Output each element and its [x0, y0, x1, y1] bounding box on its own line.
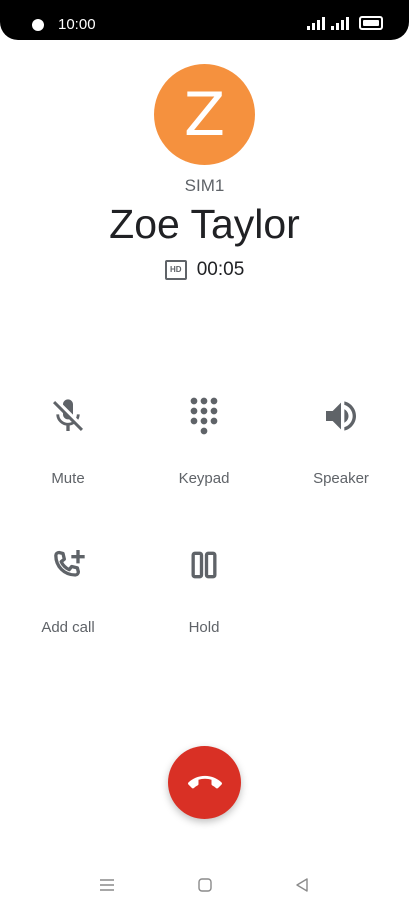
- add-call-icon: [3, 545, 133, 585]
- status-time: 10:00: [58, 16, 96, 33]
- status-bar: 10:00: [0, 0, 409, 40]
- call-info: HD 00:05: [0, 259, 409, 281]
- add-call-button[interactable]: Add call: [3, 545, 133, 636]
- status-icons: [307, 16, 383, 30]
- signal-icon-2: [331, 16, 349, 30]
- dialpad-icon: [139, 396, 269, 436]
- hold-button[interactable]: Hold: [139, 545, 269, 636]
- call-duration: 00:05: [196, 259, 245, 280]
- add-call-label: Add call: [41, 619, 95, 636]
- mute-label: Mute: [51, 470, 85, 487]
- back-icon[interactable]: [290, 874, 314, 896]
- menu-icon[interactable]: [95, 874, 119, 896]
- volume-icon: [276, 396, 406, 436]
- mic-off-icon: [3, 396, 133, 436]
- contact-name: Zoe Taylor: [109, 201, 300, 247]
- home-icon[interactable]: [193, 874, 217, 896]
- mute-button[interactable]: Mute: [3, 396, 133, 487]
- signal-icon: [307, 16, 325, 30]
- keypad-label: Keypad: [178, 470, 230, 487]
- speaker-button[interactable]: Speaker: [276, 396, 406, 487]
- contact-avatar: Z: [154, 64, 255, 165]
- navigation-bar: [0, 870, 409, 900]
- pause-icon: [139, 545, 269, 585]
- keypad-button[interactable]: Keypad: [139, 396, 269, 487]
- hold-label: Hold: [188, 619, 220, 636]
- speaker-label: Speaker: [313, 470, 369, 487]
- hd-icon: HD: [164, 260, 187, 280]
- camera-dot-icon: [32, 19, 44, 31]
- battery-icon: [359, 16, 383, 30]
- call-end-icon: [187, 775, 222, 788]
- end-call-button[interactable]: [168, 746, 241, 819]
- sim-label: SIM1: [184, 176, 225, 195]
